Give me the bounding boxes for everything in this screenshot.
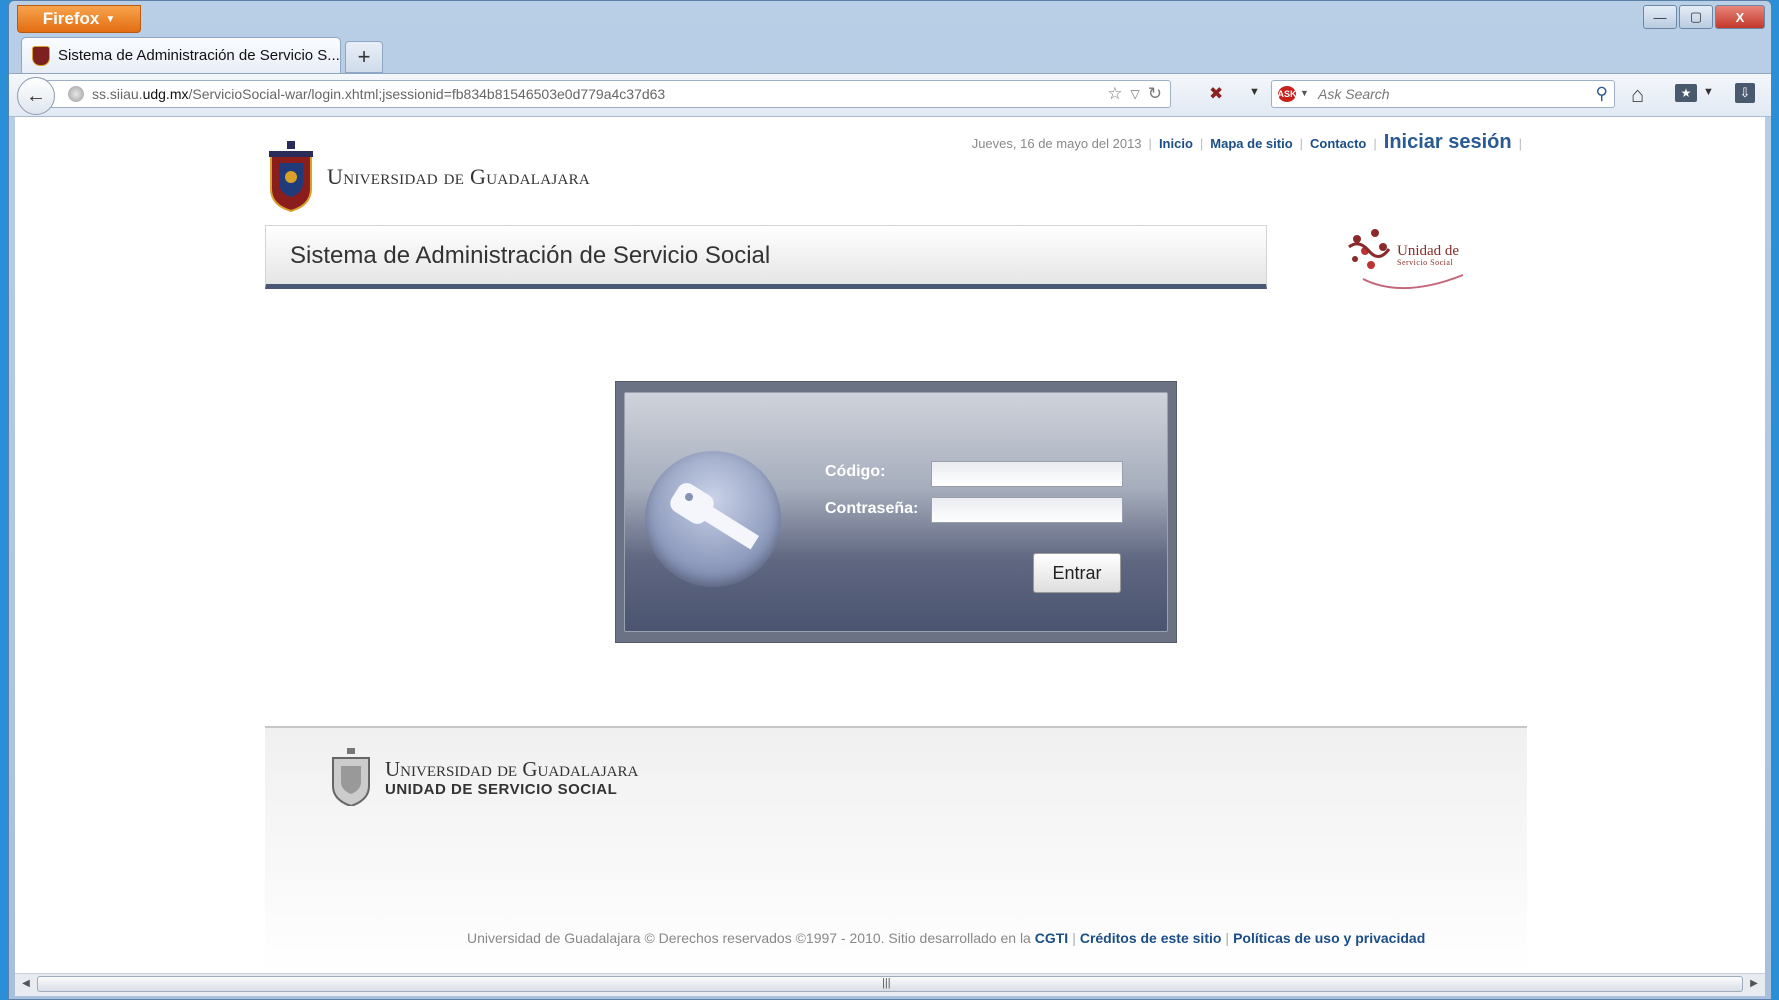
- firefox-menu-button[interactable]: Firefox ▼: [17, 5, 141, 33]
- bookmarks-icon[interactable]: ★: [1675, 84, 1697, 102]
- scroll-left-icon[interactable]: ◀: [19, 978, 33, 989]
- link-politicas[interactable]: Políticas de uso y privacidad: [1233, 930, 1425, 946]
- reload-icon[interactable]: ↻: [1148, 84, 1162, 104]
- url-text: ss.siiau.udg.mx/ServicioSocial-war/login…: [92, 86, 666, 102]
- login-form: Código: Contraseña: Entrar: [624, 392, 1168, 632]
- tab-active[interactable]: Sistema de Administración de Servicio S.…: [21, 37, 341, 73]
- password-label: Contraseña:: [825, 500, 919, 517]
- engine-caret-icon[interactable]: ▼: [1300, 88, 1309, 98]
- codigo-input[interactable]: [931, 461, 1123, 487]
- history-dropdown-icon[interactable]: ▽: [1131, 84, 1140, 104]
- footer-crest-icon: [332, 748, 370, 806]
- grip-icon: |||: [882, 977, 891, 989]
- key-icon: [645, 451, 781, 587]
- title-bar: Firefox ▼ — ▢ X: [9, 1, 1771, 37]
- download-icon[interactable]: ⇩: [1735, 83, 1755, 103]
- home-icon[interactable]: ⌂: [1631, 82, 1644, 108]
- footer: Universidad de Guadalajara UNIDAD DE SER…: [265, 726, 1527, 973]
- footer-logo: Universidad de Guadalajara UNIDAD DE SER…: [329, 748, 638, 806]
- university-logo[interactable]: Universidad de Guadalajara: [265, 141, 590, 213]
- globe-icon: [68, 86, 84, 102]
- close-window-button[interactable]: X: [1715, 5, 1765, 29]
- link-cgti[interactable]: CGTI: [1035, 930, 1068, 946]
- codigo-label: Código:: [825, 463, 886, 480]
- scrollbar-thumb[interactable]: |||: [37, 976, 1743, 992]
- url-actions: ☆ ▽ ↻: [1107, 84, 1162, 104]
- star-icon[interactable]: ☆: [1107, 84, 1122, 104]
- link-contacto[interactable]: Contacto: [1310, 136, 1366, 151]
- system-banner: Sistema de Administración de Servicio So…: [265, 225, 1267, 289]
- firefox-menu-label: Firefox: [42, 9, 100, 28]
- copyright-line: Universidad de Guadalajara © Derechos re…: [467, 930, 1426, 946]
- link-inicio[interactable]: Inicio: [1159, 136, 1193, 151]
- tab-strip: Sistema de Administración de Servicio S.…: [9, 37, 1771, 73]
- current-date: Jueves, 16 de mayo del 2013: [971, 136, 1142, 151]
- link-creditos[interactable]: Créditos de este sitio: [1080, 930, 1222, 946]
- page-title: Sistema de Administración de Servicio So…: [290, 242, 771, 269]
- search-input[interactable]: Ask Search: [1318, 86, 1390, 102]
- login-panel: Código: Contraseña: Entrar: [615, 381, 1177, 643]
- favicon-icon: [32, 45, 50, 66]
- entrar-button[interactable]: Entrar: [1033, 553, 1121, 593]
- link-mapa-de-sitio[interactable]: Mapa de sitio: [1210, 136, 1292, 151]
- scroll-right-icon[interactable]: ▶: [1747, 978, 1761, 989]
- window-controls: — ▢ X: [1643, 5, 1765, 29]
- servicio-social-logo-text: Unidad de Servicio Social: [1397, 243, 1460, 268]
- addon-caret-icon[interactable]: ▼: [1249, 86, 1260, 98]
- footer-university-name: Universidad de Guadalajara: [385, 756, 639, 781]
- new-tab-button[interactable]: +: [345, 41, 383, 73]
- minimize-button[interactable]: —: [1643, 5, 1677, 29]
- addon-icon[interactable]: ✖: [1209, 84, 1231, 106]
- footer-unit-name: UNIDAD DE SERVICIO SOCIAL: [385, 780, 618, 798]
- navigation-bar: ← ss.siiau.udg.mx/ServicioSocial-war/log…: [9, 73, 1771, 117]
- header-links: Jueves, 16 de mayo del 2013 | Inicio | M…: [971, 131, 1522, 154]
- back-arrow-icon: ←: [26, 84, 46, 107]
- bookmarks-caret-icon[interactable]: ▼: [1703, 86, 1714, 98]
- address-bar[interactable]: ss.siiau.udg.mx/ServicioSocial-war/login…: [45, 80, 1171, 108]
- university-crest-icon: [269, 141, 313, 213]
- tab-title: Sistema de Administración de Servicio S.…: [58, 47, 340, 64]
- university-name: Universidad de Guadalajara: [327, 164, 591, 189]
- maximize-button[interactable]: ▢: [1679, 5, 1713, 29]
- ask-logo[interactable]: ASK: [1278, 86, 1297, 102]
- page-content: Jueves, 16 de mayo del 2013 | Inicio | M…: [15, 117, 1765, 973]
- search-bar[interactable]: ASK ▼ Ask Search ⚲: [1271, 80, 1615, 108]
- password-input[interactable]: [931, 497, 1123, 523]
- browser-window: Firefox ▼ — ▢ X Sistema de Administració…: [8, 0, 1772, 1000]
- link-iniciar-sesion[interactable]: Iniciar sesión: [1384, 131, 1512, 154]
- search-icon[interactable]: ⚲: [1596, 84, 1608, 104]
- copyright-text: Universidad de Guadalajara © Derechos re…: [467, 930, 1031, 946]
- dropdown-caret-icon: ▼: [105, 13, 116, 25]
- horizontal-scrollbar[interactable]: ◀ ||| ▶: [15, 973, 1765, 996]
- back-button[interactable]: ←: [17, 77, 55, 115]
